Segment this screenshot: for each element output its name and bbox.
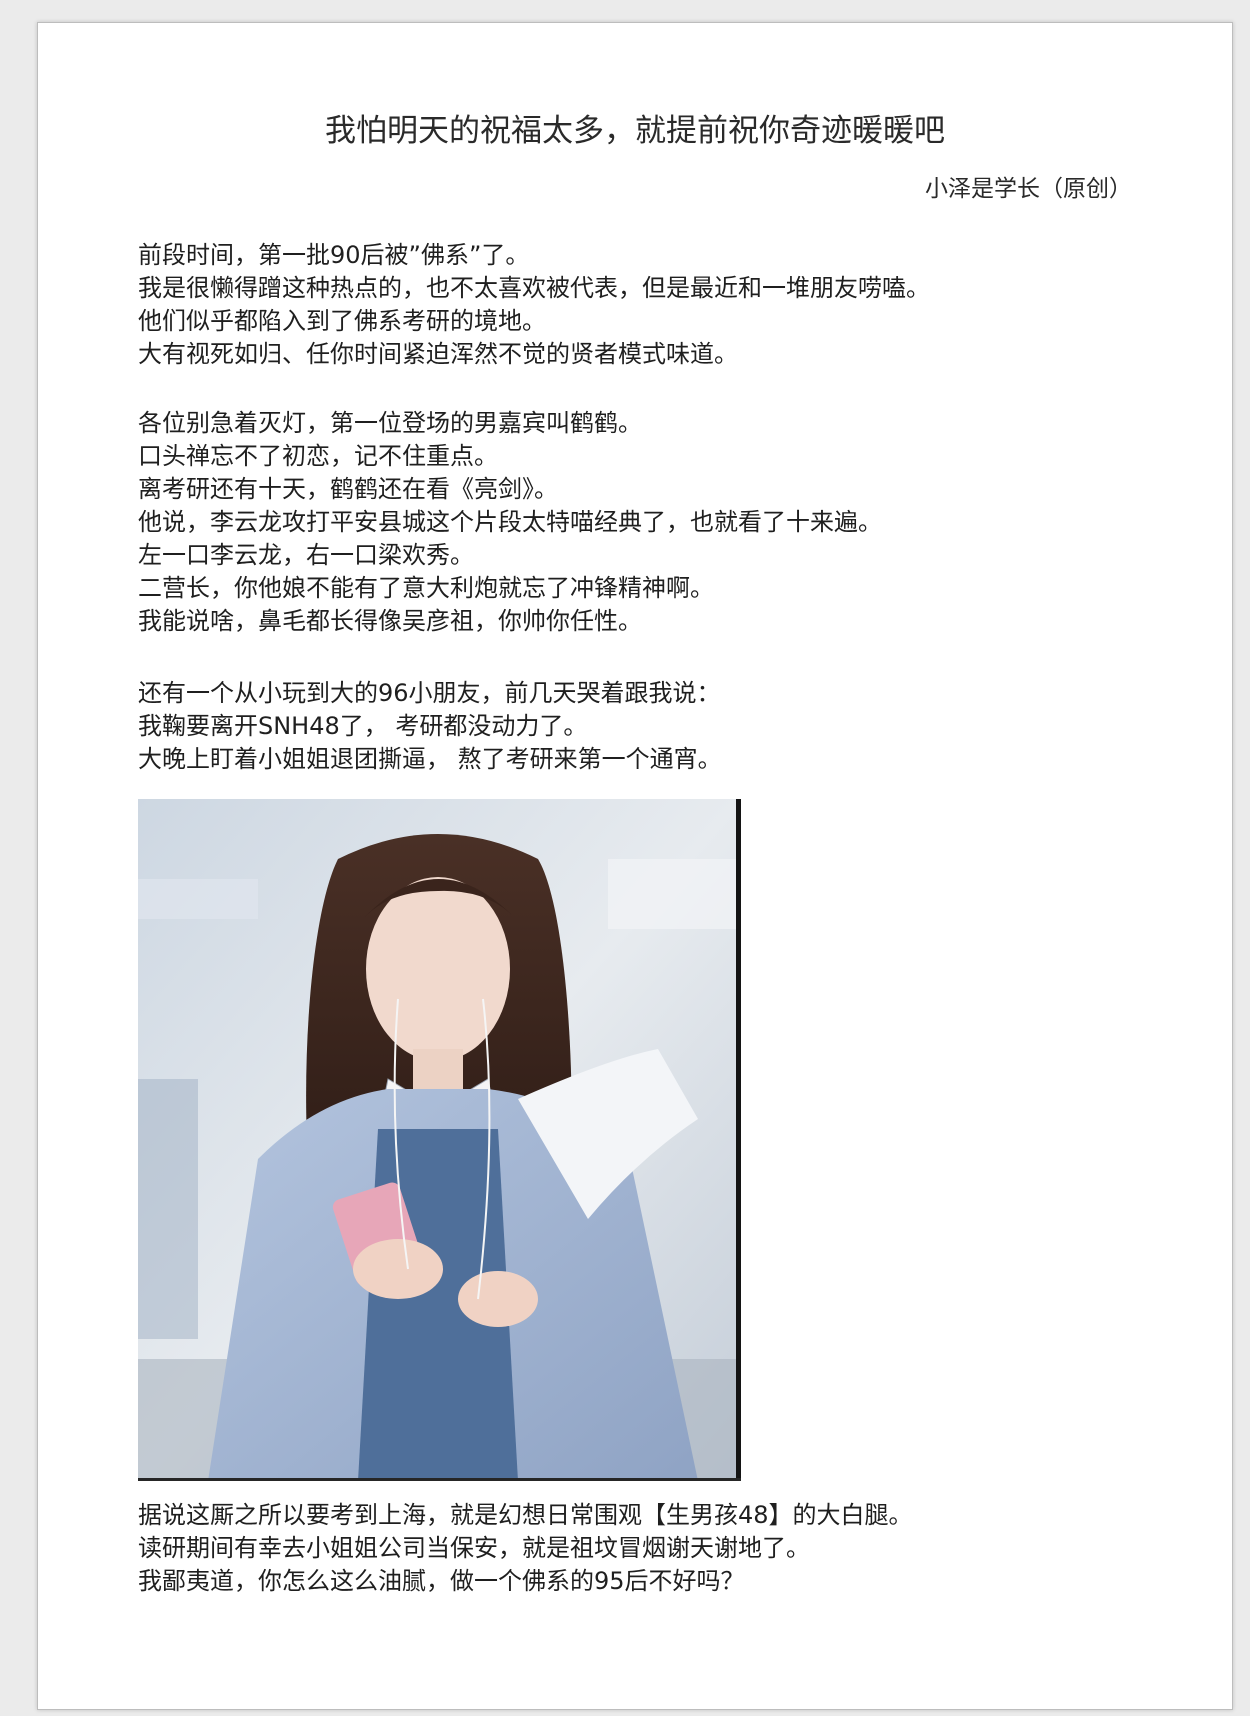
paragraph-4: 据说这厮之所以要考到上海，就是幻想日常围观【生男孩48】的大白腿。 读研期间有幸… xyxy=(138,1499,913,1598)
text-line: 大晚上盯着小姐姐退团撕逼， 熬了考研来第一个通宵。 xyxy=(138,745,722,773)
photo-girl-with-phone xyxy=(138,799,741,1481)
text-line: 我鄙夷道，你怎么这么油腻，做一个佛系的95后不好吗？ xyxy=(138,1567,745,1595)
text-line: 我鞠要离开SNH48了， 考研都没动力了。 xyxy=(138,712,588,740)
text-line: 读研期间有幸去小姐姐公司当保安，就是祖坟冒烟谢天谢地了。 xyxy=(138,1534,810,1562)
text-line: 前段时间，第一批90后被”佛系”了。 xyxy=(138,241,530,269)
text-line: 二营长，你他娘不能有了意大利炮就忘了冲锋精神啊。 xyxy=(138,574,714,602)
text-line: 大有视死如归、任你时间紧迫浑然不觉的贤者模式味道。 xyxy=(138,340,738,368)
text-line: 口头禅忘不了初恋，记不住重点。 xyxy=(138,442,498,470)
text-line: 我能说啥，鼻毛都长得像吴彦祖，你帅你任性。 xyxy=(138,607,642,635)
text-line: 他们似乎都陷入到了佛系考研的境地。 xyxy=(138,307,546,335)
text-line: 离考研还有十天，鹤鹤还在看《亮剑》。 xyxy=(138,475,558,503)
text-line: 我是很懒得蹭这种热点的，也不太喜欢被代表，但是最近和一堆朋友唠嗑。 xyxy=(138,274,930,302)
text-line: 左一口李云龙，右一口梁欢秀。 xyxy=(138,541,474,569)
text-line: 他说，李云龙攻打平安县城这个片段太特喵经典了，也就看了十来遍。 xyxy=(138,508,882,536)
paragraph-1: 前段时间，第一批90后被”佛系”了。 我是很懒得蹭这种热点的，也不太喜欢被代表，… xyxy=(138,239,930,371)
document-page: 我怕明天的祝福太多，就提前祝你奇迹暖暖吧 小泽是学长（原创） 前段时间，第一批9… xyxy=(37,22,1233,1710)
photo-frame-bottom xyxy=(138,1478,741,1481)
photo-illustration xyxy=(138,799,741,1481)
document-title: 我怕明天的祝福太多，就提前祝你奇迹暖暖吧 xyxy=(325,113,945,149)
text-line: 各位别急着灭灯，第一位登场的男嘉宾叫鹤鹤。 xyxy=(138,409,642,437)
text-line: 还有一个从小玩到大的96小朋友，前几天哭着跟我说： xyxy=(138,679,721,707)
paragraph-2: 各位别急着灭灯，第一位登场的男嘉宾叫鹤鹤。 口头禅忘不了初恋，记不住重点。 离考… xyxy=(138,407,882,638)
paragraph-3: 还有一个从小玩到大的96小朋友，前几天哭着跟我说： 我鞠要离开SNH48了， 考… xyxy=(138,677,722,776)
text-line: 据说这厮之所以要考到上海，就是幻想日常围观【生男孩48】的大白腿。 xyxy=(138,1501,913,1529)
photo-frame-edge xyxy=(736,799,741,1481)
author-credit: 小泽是学长（原创） xyxy=(925,176,1132,202)
